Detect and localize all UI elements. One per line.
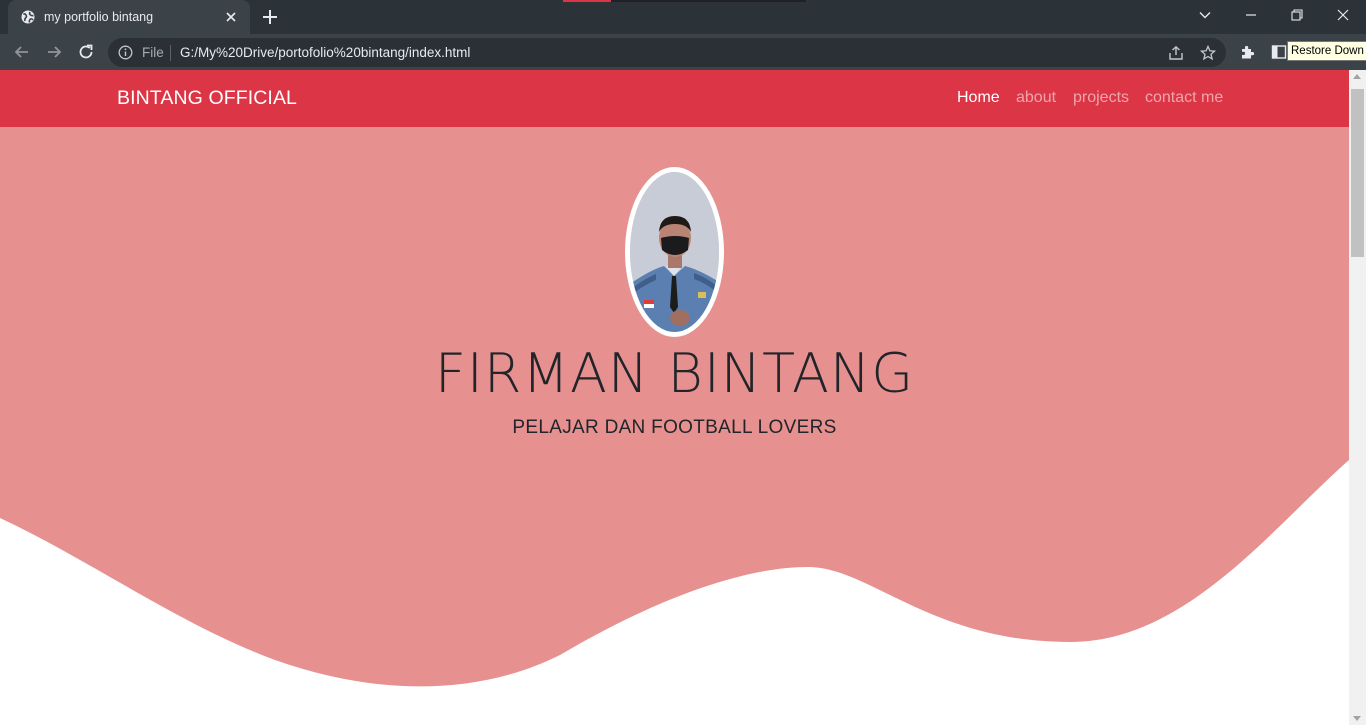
tab-title: my portfolio bintang: [44, 10, 154, 24]
page-viewport: BINTANG OFFICIAL Home about projects con…: [0, 70, 1349, 725]
site-brand[interactable]: BINTANG OFFICIAL: [117, 87, 297, 110]
tab-strip: my portfolio bintang: [0, 0, 1366, 34]
arrow-left-icon[interactable]: [10, 40, 34, 64]
browser-toolbar: File G:/My%20Drive/portofolio%20bintang/…: [0, 34, 1366, 70]
reload-icon[interactable]: [74, 40, 98, 64]
share-icon[interactable]: [1167, 44, 1185, 62]
restore-icon[interactable]: [1274, 0, 1320, 30]
puzzle-icon[interactable]: [1237, 42, 1257, 62]
tab-strip-marker-dark: [611, 0, 806, 2]
scrollbar-thumb[interactable]: [1351, 89, 1364, 257]
profile-photo: [625, 167, 724, 337]
tab-strip-marker: [563, 0, 611, 2]
close-icon[interactable]: [222, 8, 240, 26]
restore-down-tooltip: Restore Down: [1287, 41, 1366, 61]
minimize-icon[interactable]: [1228, 0, 1274, 30]
hero-name: FIRMAN BINTANG: [434, 342, 915, 405]
url-text[interactable]: G:/My%20Drive/portofolio%20bintang/index…: [180, 45, 470, 60]
scroll-down-icon[interactable]: [1353, 716, 1361, 721]
info-icon[interactable]: [118, 45, 133, 60]
tab-search-icon[interactable]: [1182, 0, 1228, 30]
address-bar[interactable]: File G:/My%20Drive/portofolio%20bintang/…: [108, 38, 1226, 67]
file-label: File: [142, 45, 164, 60]
globe-icon: [21, 10, 35, 24]
plus-icon[interactable]: [258, 5, 282, 29]
arrow-right-icon[interactable]: [42, 40, 66, 64]
star-icon[interactable]: [1199, 44, 1217, 62]
close-window-icon[interactable]: [1320, 0, 1366, 30]
nav-link-contact[interactable]: contact me: [1145, 89, 1223, 107]
nav-link-about[interactable]: about: [1016, 89, 1056, 107]
site-navbar: BINTANG OFFICIAL Home about projects con…: [0, 70, 1349, 127]
page-scrollbar[interactable]: [1349, 70, 1366, 725]
nav-link-home[interactable]: Home: [957, 89, 1000, 107]
nav-link-projects[interactable]: projects: [1073, 89, 1129, 107]
scroll-up-icon[interactable]: [1353, 74, 1361, 79]
browser-tab[interactable]: my portfolio bintang: [8, 0, 250, 34]
address-divider: [170, 45, 171, 61]
side-panel-icon[interactable]: [1269, 42, 1289, 62]
hero-subtitle: PELAJAR DAN FOOTBALL LOVERS: [512, 417, 837, 438]
